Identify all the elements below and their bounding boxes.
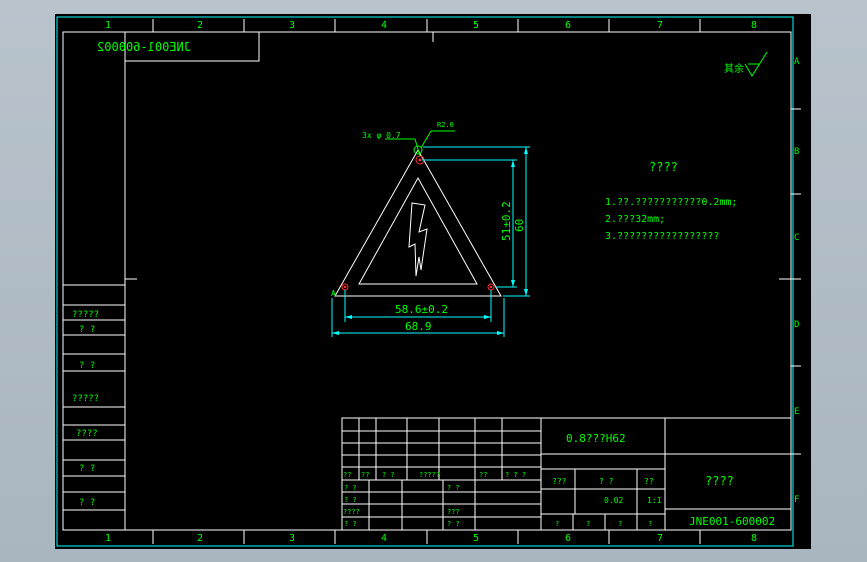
svg-text:3x φ 0.7: 3x φ 0.7: [362, 131, 401, 140]
left-table-cell: ? ?: [79, 464, 95, 474]
left-table-cell: ? ?: [79, 325, 95, 335]
row-letter: E: [794, 407, 799, 417]
tb-label: ? ?: [344, 484, 357, 492]
warning-triangle-part: [334, 145, 502, 297]
svg-text:51±0.2: 51±0.2: [500, 201, 513, 241]
roughness-mark: 其余: [724, 51, 768, 77]
tb-label: ? ?: [447, 520, 460, 528]
left-table-cell: ? ?: [79, 361, 95, 371]
tb-label: ? ? ?: [505, 471, 526, 479]
col-num-bottom: 5: [473, 533, 479, 544]
technical-notes: ???? 1.??.???????????0.2mm; 2.???32mm; 3…: [605, 160, 737, 242]
tb-label: ??: [479, 471, 487, 479]
left-table-cell: ?????: [72, 394, 99, 404]
col-num-bottom: 6: [565, 533, 571, 544]
col-num-top: 5: [473, 20, 479, 31]
note-line: 1.??.???????????0.2mm;: [605, 197, 737, 208]
note-line: 3.?????????????????: [605, 231, 719, 242]
col-num-top: 2: [197, 20, 203, 31]
svg-text:68.9: 68.9: [405, 320, 432, 333]
drawing-number: JNE001-600002: [689, 515, 775, 528]
cad-viewport[interactable]: 1 2 3 4 5 6 7 8 1 2 3 4 5 6 7 8 A B C D …: [55, 14, 811, 549]
tb-label: ? ?: [382, 471, 395, 479]
col-num-top: 7: [657, 20, 663, 31]
note-line: 2.???32mm;: [605, 214, 665, 225]
drawing-canvas: 1 2 3 4 5 6 7 8 1 2 3 4 5 6 7 8 A B C D …: [56, 16, 801, 547]
code-stamp: JNE001-600002: [97, 40, 191, 54]
tb-label: ??: [361, 471, 369, 479]
col-num-top: 8: [751, 20, 757, 31]
tb-bottom: ?: [586, 520, 590, 528]
tb-label: ??: [343, 471, 351, 479]
tb-bottom: ?: [555, 520, 559, 528]
bottom-column-strip: 1 2 3 4 5 6 7 8: [63, 529, 791, 544]
svg-text:R2.0: R2.0: [437, 121, 454, 129]
left-table-cell: ????: [76, 429, 98, 439]
notes-title: ????: [649, 160, 678, 174]
dimension-lines: 51±0.2 60 58.6±0.2 68.9 A: [331, 146, 530, 337]
left-table-cell: ?????: [72, 310, 99, 320]
title-block: ?? ?? ? ? ????? ?? ? ? ? ? ? ? ? ???? ? …: [341, 417, 792, 531]
part-name: ????: [705, 474, 734, 488]
col-num-top: 1: [105, 20, 111, 31]
row-letter: C: [794, 233, 799, 243]
col-num-top: 6: [565, 20, 571, 31]
tb-label: ? ?: [344, 496, 357, 504]
col-num-bottom: 7: [657, 533, 663, 544]
tb-label: ? ?: [344, 520, 357, 528]
col-num-bottom: 4: [381, 533, 387, 544]
tb-label: ?????: [419, 471, 440, 479]
scale-value: 1:1: [647, 496, 662, 505]
scale-header: ???: [552, 477, 567, 486]
svg-text:58.6±0.2: 58.6±0.2: [395, 303, 448, 316]
svg-text:A: A: [331, 289, 336, 298]
row-letter: A: [794, 57, 800, 67]
scale-header: ??: [644, 477, 654, 486]
tb-label: ? ?: [447, 484, 460, 492]
row-letter: B: [794, 147, 799, 157]
svg-text:60: 60: [513, 219, 526, 232]
svg-text:其余: 其余: [724, 62, 744, 75]
col-num-top: 3: [289, 20, 295, 31]
left-table-cell: ? ?: [79, 498, 95, 508]
lightning-bolt-symbol: [408, 202, 428, 277]
tb-label: ???: [447, 508, 460, 516]
tb-bottom: ?: [618, 520, 622, 528]
tb-bottom: ?: [648, 520, 652, 528]
scale-value: 0.02: [604, 496, 623, 505]
hole-callout: 3x φ 0.7 R2.0: [362, 121, 455, 157]
left-table: ????? ? ? ? ? ????? ???? ? ? ? ?: [62, 284, 126, 531]
col-num-bottom: 8: [751, 533, 757, 544]
tb-label: ????: [343, 508, 360, 516]
scale-header: ? ?: [599, 477, 614, 486]
col-num-bottom: 2: [197, 533, 203, 544]
col-num-bottom: 1: [105, 533, 111, 544]
material-label: 0.8???H62: [566, 432, 626, 445]
col-num-top: 4: [381, 20, 387, 31]
top-column-strip: 1 2 3 4 5 6 7 8: [63, 19, 791, 33]
row-letter: D: [794, 320, 799, 330]
col-num-bottom: 3: [289, 533, 295, 544]
row-letter: F: [794, 495, 799, 505]
